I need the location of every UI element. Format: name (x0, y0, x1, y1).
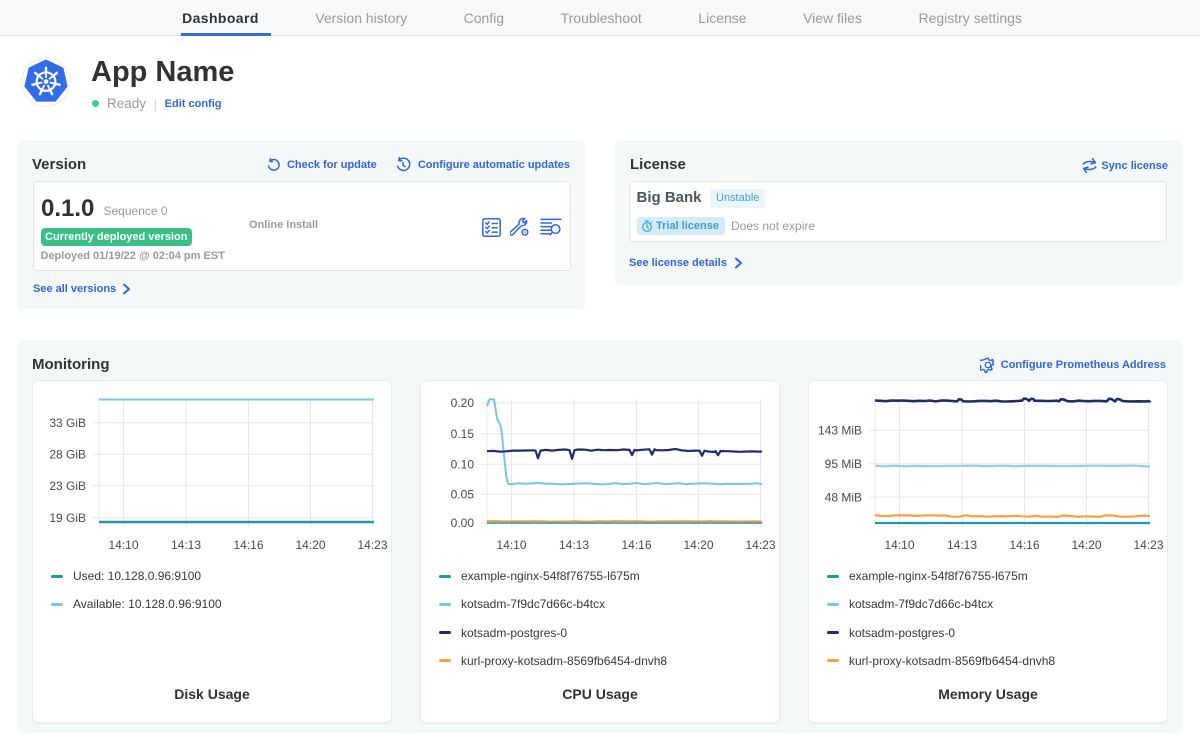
svg-text:14:10: 14:10 (496, 538, 526, 552)
svg-text:28 GiB: 28 GiB (49, 448, 86, 462)
svg-text:14:13: 14:13 (947, 538, 977, 552)
svg-text:14:20: 14:20 (1071, 538, 1101, 552)
svg-text:14:23: 14:23 (1133, 538, 1163, 552)
svg-text:14:16: 14:16 (233, 538, 263, 552)
svg-text:14:16: 14:16 (1009, 538, 1039, 552)
svg-text:33 GiB: 33 GiB (49, 416, 86, 430)
svg-text:23 GiB: 23 GiB (49, 479, 86, 493)
svg-text:14:13: 14:13 (559, 538, 589, 552)
svg-text:19 GiB: 19 GiB (49, 511, 86, 525)
svg-text:0.20: 0.20 (451, 396, 475, 410)
svg-text:14:23: 14:23 (745, 538, 775, 552)
svg-text:0.05: 0.05 (451, 488, 475, 502)
svg-text:14:10: 14:10 (884, 538, 914, 552)
svg-text:14:16: 14:16 (621, 538, 651, 552)
svg-text:14:23: 14:23 (357, 538, 387, 552)
svg-text:0.15: 0.15 (451, 427, 475, 441)
svg-text:14:20: 14:20 (295, 538, 325, 552)
svg-text:0.10: 0.10 (451, 458, 475, 472)
svg-text:14:13: 14:13 (171, 538, 201, 552)
svg-text:143 MiB: 143 MiB (818, 424, 862, 438)
svg-text:48 MiB: 48 MiB (825, 490, 862, 504)
svg-text:95 MiB: 95 MiB (825, 457, 862, 471)
svg-text:0.00: 0.00 (451, 516, 475, 530)
svg-text:14:20: 14:20 (683, 538, 713, 552)
svg-text:14:10: 14:10 (108, 538, 138, 552)
